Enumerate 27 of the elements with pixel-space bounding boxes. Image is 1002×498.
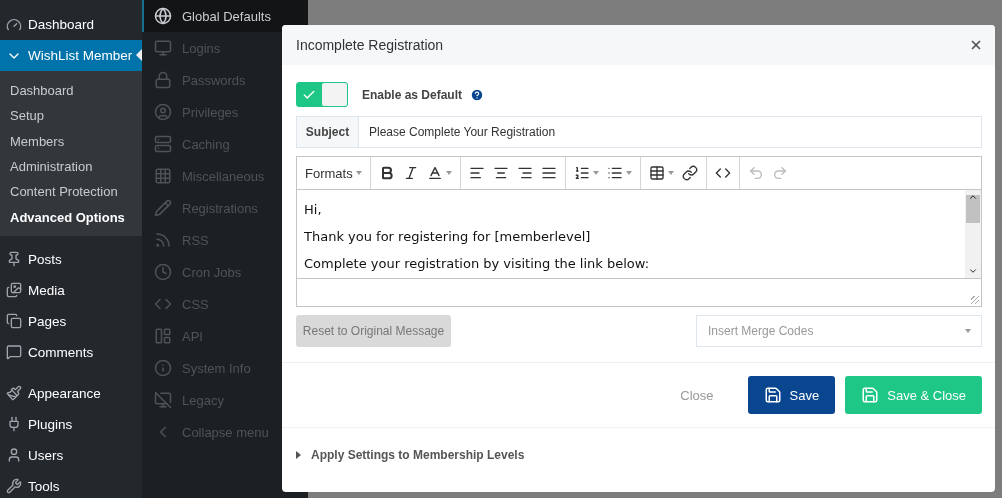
submenu-item[interactable]: Content Protection: [0, 179, 142, 205]
accordion-toggle[interactable]: Apply Settings to Membership Levels: [282, 428, 995, 482]
menu-item[interactable]: Appearance: [0, 377, 142, 409]
menu-item[interactable]: Users: [0, 439, 142, 471]
menu-item[interactable]: Tools: [0, 470, 142, 498]
toggle-label: Enable as Default: [362, 87, 463, 102]
menu-item[interactable]: Posts: [0, 243, 142, 275]
menu-item[interactable]: Comments: [0, 336, 142, 368]
submenu-item[interactable]: Advanced Options: [0, 204, 142, 230]
subject-field[interactable]: Please Complete Your Registration: [359, 116, 982, 148]
formats-dropdown[interactable]: Formats: [303, 163, 364, 183]
nav-item[interactable]: Global Defaults: [142, 0, 308, 32]
submenu-item[interactable]: Setup: [0, 103, 142, 129]
modal-title: Incomplete Registration: [296, 37, 444, 53]
subject-label: Subject: [296, 116, 359, 148]
submenu-item[interactable]: Dashboard: [0, 78, 142, 104]
menu-item[interactable]: WishList Member: [0, 40, 142, 71]
menu-item[interactable]: Pages: [0, 305, 142, 337]
message-paragraph: Thank you for registering for [memberlevel]: [304, 229, 592, 244]
submenu-item[interactable]: Administration: [0, 153, 142, 180]
message-paragraph: Complete your registration by visiting the link below:: [304, 256, 651, 271]
menu-item[interactable]: Dashboard: [0, 9, 142, 40]
message-paragraph: Hi,: [304, 202, 323, 217]
save-button[interactable]: Save: [747, 376, 836, 414]
submenu-item[interactable]: Members: [0, 128, 142, 154]
menu-item[interactable]: Plugins: [0, 408, 142, 440]
menu-item[interactable]: Media: [0, 274, 142, 306]
